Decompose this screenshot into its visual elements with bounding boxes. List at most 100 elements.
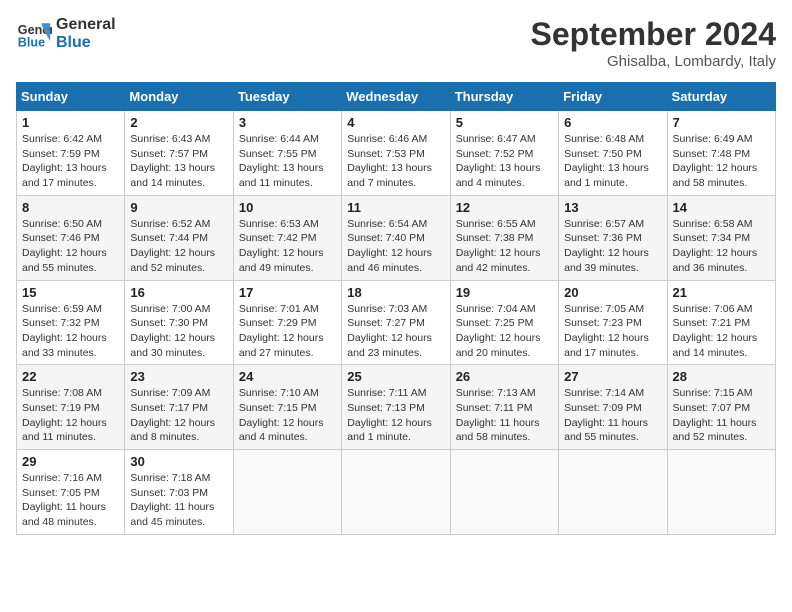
day-number: 5 (456, 115, 553, 130)
calendar-cell: 30 Sunrise: 7:18 AMSunset: 7:03 PMDayligh… (125, 450, 233, 535)
day-info: Sunrise: 6:46 AMSunset: 7:53 PMDaylight:… (347, 132, 444, 191)
weekday-saturday: Saturday (667, 83, 775, 111)
day-number: 7 (673, 115, 770, 130)
day-info: Sunrise: 7:08 AMSunset: 7:19 PMDaylight:… (22, 386, 119, 445)
calendar-cell: 27 Sunrise: 7:14 AMSunset: 7:09 PMDayligh… (559, 365, 667, 450)
calendar-cell: 24 Sunrise: 7:10 AMSunset: 7:15 PMDayligh… (233, 365, 341, 450)
weekday-sunday: Sunday (17, 83, 125, 111)
logo-icon: General Blue (16, 16, 52, 52)
day-info: Sunrise: 6:49 AMSunset: 7:48 PMDaylight:… (673, 132, 770, 191)
calendar-cell (450, 450, 558, 535)
weekday-tuesday: Tuesday (233, 83, 341, 111)
calendar-cell: 20 Sunrise: 7:05 AMSunset: 7:23 PMDayligh… (559, 280, 667, 365)
day-number: 27 (564, 369, 661, 384)
calendar-cell: 8Sunrise: 6:50 AMSunset: 7:46 PMDaylight… (17, 195, 125, 280)
day-info: Sunrise: 6:50 AMSunset: 7:46 PMDaylight:… (22, 217, 119, 276)
day-number: 4 (347, 115, 444, 130)
calendar-cell: 14 Sunrise: 6:58 AMSunset: 7:34 PMDayligh… (667, 195, 775, 280)
weekday-friday: Friday (559, 83, 667, 111)
day-info: Sunrise: 7:13 AMSunset: 7:11 PMDaylight:… (456, 386, 553, 445)
day-number: 3 (239, 115, 336, 130)
day-info: Sunrise: 6:57 AMSunset: 7:36 PMDaylight:… (564, 217, 661, 276)
day-number: 21 (673, 285, 770, 300)
calendar-cell: 23Sunrise: 7:09 AMSunset: 7:17 PMDayligh… (125, 365, 233, 450)
day-info: Sunrise: 7:04 AMSunset: 7:25 PMDaylight:… (456, 302, 553, 361)
day-number: 29 (22, 454, 119, 469)
calendar-header: SundayMondayTuesdayWednesdayThursdayFrid… (17, 83, 776, 111)
calendar-cell (342, 450, 450, 535)
day-info: Sunrise: 7:16 AMSunset: 7:05 PMDaylight:… (22, 471, 119, 530)
day-number: 13 (564, 200, 661, 215)
day-info: Sunrise: 6:52 AMSunset: 7:44 PMDaylight:… (130, 217, 227, 276)
calendar-cell: 18Sunrise: 7:03 AMSunset: 7:27 PMDayligh… (342, 280, 450, 365)
calendar-cell: 9 Sunrise: 6:52 AMSunset: 7:44 PMDaylight… (125, 195, 233, 280)
day-info: Sunrise: 7:01 AMSunset: 7:29 PMDaylight:… (239, 302, 336, 361)
day-number: 24 (239, 369, 336, 384)
day-number: 6 (564, 115, 661, 130)
day-info: Sunrise: 7:09 AMSunset: 7:17 PMDaylight:… (130, 386, 227, 445)
calendar-cell: 12 Sunrise: 6:55 AMSunset: 7:38 PMDayligh… (450, 195, 558, 280)
day-info: Sunrise: 7:18 AMSunset: 7:03 PMDaylight:… (130, 471, 227, 530)
logo-text-general: General (56, 16, 116, 34)
calendar-week-5: 29 Sunrise: 7:16 AMSunset: 7:05 PMDayligh… (17, 450, 776, 535)
day-number: 11 (347, 200, 444, 215)
month-title: September 2024 (531, 16, 776, 53)
calendar-body: 1 Sunrise: 6:42 AMSunset: 7:59 PMDaylight… (17, 111, 776, 535)
day-info: Sunrise: 6:54 AMSunset: 7:40 PMDaylight:… (347, 217, 444, 276)
calendar-cell: 13 Sunrise: 6:57 AMSunset: 7:36 PMDayligh… (559, 195, 667, 280)
calendar-cell: 1 Sunrise: 6:42 AMSunset: 7:59 PMDaylight… (17, 111, 125, 196)
day-info: Sunrise: 6:48 AMSunset: 7:50 PMDaylight:… (564, 132, 661, 191)
weekday-header-row: SundayMondayTuesdayWednesdayThursdayFrid… (17, 83, 776, 111)
day-number: 9 (130, 200, 227, 215)
day-number: 28 (673, 369, 770, 384)
day-number: 30 (130, 454, 227, 469)
day-info: Sunrise: 7:11 AMSunset: 7:13 PMDaylight:… (347, 386, 444, 445)
weekday-monday: Monday (125, 83, 233, 111)
logo: General Blue General Blue (16, 16, 116, 53)
day-info: Sunrise: 6:58 AMSunset: 7:34 PMDaylight:… (673, 217, 770, 276)
day-number: 22 (22, 369, 119, 384)
day-number: 18 (347, 285, 444, 300)
day-info: Sunrise: 6:43 AMSunset: 7:57 PMDaylight:… (130, 132, 227, 191)
calendar-cell: 28 Sunrise: 7:15 AMSunset: 7:07 PMDayligh… (667, 365, 775, 450)
day-info: Sunrise: 7:00 AMSunset: 7:30 PMDaylight:… (130, 302, 227, 361)
calendar-cell: 22 Sunrise: 7:08 AMSunset: 7:19 PMDayligh… (17, 365, 125, 450)
calendar-cell: 25Sunrise: 7:11 AMSunset: 7:13 PMDayligh… (342, 365, 450, 450)
day-info: Sunrise: 6:42 AMSunset: 7:59 PMDaylight:… (22, 132, 119, 191)
calendar-cell: 5 Sunrise: 6:47 AMSunset: 7:52 PMDaylight… (450, 111, 558, 196)
day-number: 1 (22, 115, 119, 130)
calendar-cell: 16 Sunrise: 7:00 AMSunset: 7:30 PMDayligh… (125, 280, 233, 365)
day-info: Sunrise: 7:05 AMSunset: 7:23 PMDaylight:… (564, 302, 661, 361)
calendar-week-3: 15Sunrise: 6:59 AMSunset: 7:32 PMDayligh… (17, 280, 776, 365)
day-number: 26 (456, 369, 553, 384)
day-info: Sunrise: 7:06 AMSunset: 7:21 PMDaylight:… (673, 302, 770, 361)
logo-text-blue: Blue (56, 34, 116, 52)
day-number: 12 (456, 200, 553, 215)
day-info: Sunrise: 7:14 AMSunset: 7:09 PMDaylight:… (564, 386, 661, 445)
day-number: 17 (239, 285, 336, 300)
location-subtitle: Ghisalba, Lombardy, Italy (531, 53, 776, 70)
weekday-thursday: Thursday (450, 83, 558, 111)
calendar-cell: 7 Sunrise: 6:49 AMSunset: 7:48 PMDaylight… (667, 111, 775, 196)
calendar-cell: 11 Sunrise: 6:54 AMSunset: 7:40 PMDayligh… (342, 195, 450, 280)
calendar-cell: 29 Sunrise: 7:16 AMSunset: 7:05 PMDayligh… (17, 450, 125, 535)
day-info: Sunrise: 6:44 AMSunset: 7:55 PMDaylight:… (239, 132, 336, 191)
calendar-cell (667, 450, 775, 535)
svg-text:Blue: Blue (18, 36, 45, 50)
day-number: 16 (130, 285, 227, 300)
calendar-week-1: 1 Sunrise: 6:42 AMSunset: 7:59 PMDaylight… (17, 111, 776, 196)
page-header: General Blue General Blue September 2024… (16, 16, 776, 70)
day-info: Sunrise: 7:10 AMSunset: 7:15 PMDaylight:… (239, 386, 336, 445)
day-info: Sunrise: 7:15 AMSunset: 7:07 PMDaylight:… (673, 386, 770, 445)
calendar-cell: 17 Sunrise: 7:01 AMSunset: 7:29 PMDayligh… (233, 280, 341, 365)
calendar-cell (233, 450, 341, 535)
day-number: 14 (673, 200, 770, 215)
day-info: Sunrise: 6:55 AMSunset: 7:38 PMDaylight:… (456, 217, 553, 276)
day-number: 15 (22, 285, 119, 300)
calendar-cell: 15Sunrise: 6:59 AMSunset: 7:32 PMDayligh… (17, 280, 125, 365)
day-number: 20 (564, 285, 661, 300)
calendar-week-4: 22 Sunrise: 7:08 AMSunset: 7:19 PMDayligh… (17, 365, 776, 450)
calendar-cell: 2Sunrise: 6:43 AMSunset: 7:57 PMDaylight… (125, 111, 233, 196)
title-block: September 2024 Ghisalba, Lombardy, Italy (531, 16, 776, 70)
day-info: Sunrise: 6:47 AMSunset: 7:52 PMDaylight:… (456, 132, 553, 191)
